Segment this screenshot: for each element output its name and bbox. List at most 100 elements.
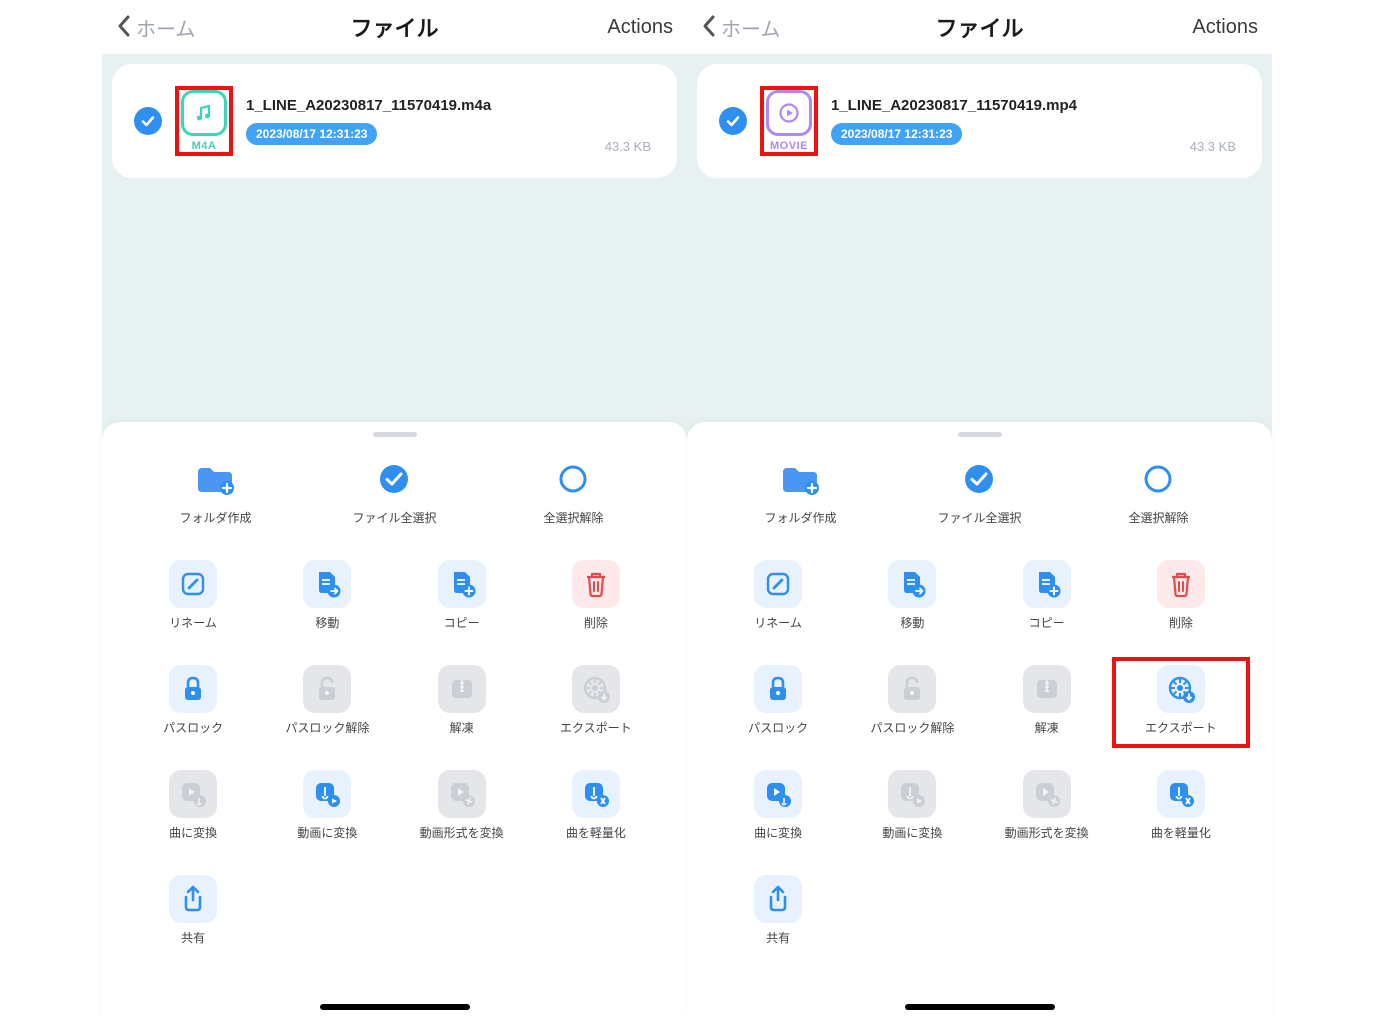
sheet-handle[interactable] [958,432,1002,437]
action-rename[interactable]: リネーム [126,554,260,641]
action-label: パスロック [163,719,223,736]
action-deselect-all[interactable]: 全選択解除 [543,449,603,536]
action-export[interactable]: エクスポート [1114,659,1248,746]
file-size: 43.3 KB [1190,139,1236,154]
action-label: エクスポート [1145,719,1217,736]
action-share[interactable]: 共有 [126,869,260,956]
lock-icon [169,665,217,713]
action-label: 解凍 [450,719,474,736]
share-icon [169,875,217,923]
video-format-icon [438,770,486,818]
check-filled-icon [955,455,1003,503]
action-select-all[interactable]: ファイル全選択 [937,449,1021,536]
action-share[interactable]: 共有 [711,869,845,956]
action-move[interactable]: 移動 [260,554,394,641]
action-optimize-audio[interactable]: 曲を軽量化 [529,764,663,851]
action-label: ファイル全選択 [937,509,1021,526]
action-label: 曲に変換 [169,824,217,841]
action-label: リネーム [754,614,802,631]
pencil-box-icon [754,560,802,608]
chevron-left-icon [701,14,719,40]
action-label: 削除 [1169,614,1193,631]
to-video-icon [303,770,351,818]
action-label: パスロック [748,719,808,736]
action-delete[interactable]: 削除 [529,554,663,641]
action-select-all[interactable]: ファイル全選択 [352,449,436,536]
actions-button[interactable]: Actions [523,16,673,39]
action-move[interactable]: 移動 [845,554,979,641]
action-label: 動画に変換 [297,824,357,841]
action-video-format: 動画形式を変換 [980,764,1114,851]
action-copy[interactable]: コピー [395,554,529,641]
action-new-folder[interactable]: フォルダ作成 [764,449,836,536]
action-optimize-audio[interactable]: 曲を軽量化 [1114,764,1248,851]
action-label: 動画形式を変換 [420,824,504,841]
action-label: 曲に変換 [754,824,802,841]
action-label: 曲を軽量化 [566,824,626,841]
video-format-icon [1023,770,1071,818]
sheet-handle[interactable] [373,432,417,437]
actions-button[interactable]: Actions [1108,16,1258,39]
unlock-icon [888,665,936,713]
unlock-icon [303,665,351,713]
action-label: 移動 [900,614,924,631]
chevron-left-icon [116,14,134,40]
export-icon [572,665,620,713]
highlight-box: MOVIE [760,86,818,156]
page-title: ファイル [350,11,438,43]
action-label: 共有 [766,929,790,946]
action-label: 全選択解除 [1128,509,1188,526]
action-label: 解凍 [1035,719,1059,736]
action-sheet: フォルダ作成 ファイル全選択 全選択解除 リネーム [102,422,687,1016]
action-label: エクスポート [560,719,632,736]
action-sheet: フォルダ作成 ファイル全選択 全選択解除 リネーム [687,422,1272,1016]
action-passlock[interactable]: パスロック [126,659,260,746]
file-row[interactable]: M4A 1_LINE_A20230817_11570419.m4a 2023/0… [112,64,677,178]
file-name: 1_LINE_A20230817_11570419.m4a [246,97,655,116]
file-size: 43.3 KB [605,139,651,154]
share-icon [754,875,802,923]
action-video-format: 動画形式を変換 [395,764,529,851]
back-button[interactable]: ホーム [116,13,266,42]
action-label: コピー [444,614,480,631]
action-new-folder[interactable]: フォルダ作成 [179,449,251,536]
folder-plus-icon [776,455,824,503]
action-label: パスロック解除 [285,719,369,736]
action-to-audio[interactable]: 曲に変換 [711,764,845,851]
file-name: 1_LINE_A20230817_11570419.mp4 [831,97,1240,116]
action-label: パスロック解除 [870,719,954,736]
action-label: 移動 [315,614,339,631]
file-type-icon-m4a [181,90,227,136]
file-move-icon [303,560,351,608]
archive-icon [1023,665,1071,713]
action-passlock-remove: パスロック解除 [260,659,394,746]
action-rename[interactable]: リネーム [711,554,845,641]
file-move-icon [888,560,936,608]
action-label: フォルダ作成 [764,509,836,526]
file-row[interactable]: MOVIE 1_LINE_A20230817_11570419.mp4 2023… [697,64,1262,178]
file-list: MOVIE 1_LINE_A20230817_11570419.mp4 2023… [687,54,1272,482]
back-button[interactable]: ホーム [701,13,851,42]
action-copy[interactable]: コピー [980,554,1114,641]
action-label: ファイル全選択 [352,509,436,526]
checkbox-selected[interactable] [134,107,162,135]
action-delete[interactable]: 削除 [1114,554,1248,641]
to-audio-icon [169,770,217,818]
action-extract: 解凍 [395,659,529,746]
action-label: リネーム [169,614,217,631]
checkbox-selected[interactable] [719,107,747,135]
home-indicator[interactable] [905,1004,1055,1010]
export-icon [1157,665,1205,713]
highlight-box: M4A [175,86,233,156]
action-passlock[interactable]: パスロック [711,659,845,746]
circle-outline-icon [549,455,597,503]
home-indicator[interactable] [320,1004,470,1010]
action-label: フォルダ作成 [179,509,251,526]
action-deselect-all[interactable]: 全選択解除 [1128,449,1188,536]
action-to-video: 動画に変換 [845,764,979,851]
file-type-label: M4A [181,140,227,152]
action-extract: 解凍 [980,659,1114,746]
back-label: ホーム [136,13,195,42]
optimize-audio-icon [1157,770,1205,818]
action-to-video[interactable]: 動画に変換 [260,764,394,851]
